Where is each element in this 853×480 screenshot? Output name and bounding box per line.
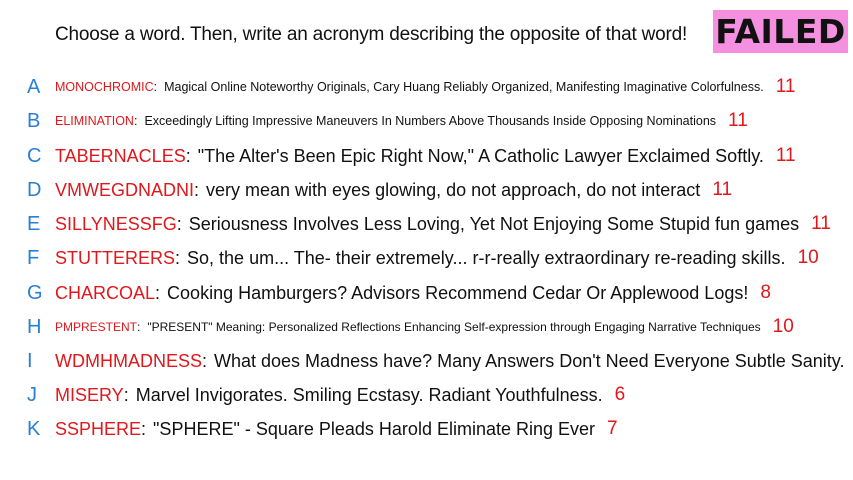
entry-content: STUTTERERS: So, the um... The- their extr… <box>55 247 819 269</box>
entry-letter: A <box>27 75 41 98</box>
entry-word: STUTTERERS <box>55 247 176 268</box>
entry-score: 11 <box>712 179 733 200</box>
entry-score: 8 <box>760 282 771 303</box>
entry-word: MONOCHROMIC <box>55 80 154 94</box>
entry-letter: H <box>27 315 42 338</box>
entry-letter: D <box>27 178 42 201</box>
entry-colon: : <box>175 247 181 268</box>
entry-content: PMPRESTENT: "PRESENT" Meaning: Personaliz… <box>55 316 794 338</box>
entry-score: 6 <box>614 384 626 405</box>
entry-letter: G <box>27 281 43 304</box>
entry-content: TABERNACLES: "The Alter's Been Epic Right… <box>55 145 796 167</box>
entry-score: 11 <box>811 213 831 234</box>
entry-score: 10 <box>772 316 794 337</box>
entry-row-g: G CHARCOAL: Cooking Hamburgers? Advisors … <box>0 278 853 308</box>
entry-word: MISERY <box>55 384 124 405</box>
entry-colon: : <box>155 282 161 303</box>
entry-content: VMWEGDNADNI: very mean with eyes glowing,… <box>55 179 732 201</box>
entry-content: ELIMINATION: Exceedingly Lifting Impressi… <box>55 110 748 132</box>
entry-expansion: Marvel Invigorates. Smiling Ecstasy. Rad… <box>135 384 603 405</box>
entry-content: CHARCOAL: Cooking Hamburgers? Advisors Re… <box>55 282 771 304</box>
entry-expansion: Cooking Hamburgers? Advisors Recommend C… <box>167 282 749 303</box>
entry-list: A MONOCHROMIC: Magical Online Noteworthy … <box>0 0 853 480</box>
entry-letter: F <box>27 246 40 269</box>
entry-row-d: D VMWEGDNADNI: very mean with eyes glowin… <box>0 175 853 205</box>
entry-row-a: A MONOCHROMIC: Magical Online Noteworthy … <box>0 72 853 102</box>
entry-score: 11 <box>775 76 796 97</box>
entry-content: MISERY: Marvel Invigorates. Smiling Ecsta… <box>55 384 625 406</box>
entry-word: WDMHMADNESS <box>55 350 202 371</box>
entry-score: 11 <box>775 145 796 166</box>
entry-colon: : <box>185 145 191 166</box>
entry-word: PMPRESTENT <box>55 320 138 334</box>
entry-colon: : <box>153 80 158 94</box>
entry-row-f: F STUTTERERS: So, the um... The- their ex… <box>0 243 853 273</box>
entry-content: MONOCHROMIC: Magical Online Noteworthy Or… <box>55 76 795 98</box>
entry-content: WDMHMADNESS: What does Madness have? Many… <box>55 350 853 372</box>
entry-colon: : <box>123 384 129 405</box>
entry-content: SSPHERE: "SPHERE" - Square Pleads Harold … <box>55 418 618 440</box>
entry-row-i: I WDMHMADNESS: What does Madness have? Ma… <box>0 346 853 376</box>
entry-word: ELIMINATION <box>55 114 134 128</box>
entry-colon: : <box>137 320 141 334</box>
entry-expansion: Exceedingly Lifting Impressive Maneuvers… <box>144 114 717 128</box>
entry-word: SSPHERE <box>55 418 142 439</box>
entry-colon: : <box>176 213 182 234</box>
entry-colon: : <box>202 350 208 371</box>
entry-content: SILLYNESSFG: Seriousness Involves Less Lo… <box>55 213 831 235</box>
entry-letter: J <box>27 383 37 406</box>
entry-row-k: K SSPHERE: "SPHERE" - Square Pleads Harol… <box>0 414 853 444</box>
entry-colon: : <box>194 179 200 200</box>
entry-row-c: C TABERNACLES: "The Alter's Been Epic Rig… <box>0 141 853 171</box>
entry-expansion: "PRESENT" Meaning: Personalized Reflecti… <box>147 320 761 334</box>
entry-expansion: "The Alter's Been Epic Right Now," A Cat… <box>197 145 764 166</box>
entry-letter: B <box>27 109 41 132</box>
entry-word: SILLYNESSFG <box>55 213 177 234</box>
entry-expansion: "SPHERE" - Square Pleads Harold Eliminat… <box>153 418 596 439</box>
entry-row-e: E SILLYNESSFG: Seriousness Involves Less … <box>0 209 853 239</box>
entry-score: 7 <box>607 418 618 439</box>
entry-letter: I <box>27 349 33 372</box>
entry-expansion: Seriousness Involves Less Loving, Yet No… <box>188 213 800 234</box>
entry-expansion: Magical Online Noteworthy Originals, Car… <box>164 80 764 94</box>
entry-word: TABERNACLES <box>55 145 186 166</box>
entry-letter: C <box>27 144 42 167</box>
entry-expansion: So, the um... The- their extremely... r-… <box>187 247 786 268</box>
entry-expansion: What does Madness have? Many Answers Don… <box>214 350 845 371</box>
entry-row-b: B ELIMINATION: Exceedingly Lifting Impres… <box>0 106 853 136</box>
entry-word: VMWEGDNADNI <box>55 179 194 200</box>
entry-row-h: H PMPRESTENT: "PRESENT" Meaning: Personal… <box>0 312 853 342</box>
entry-colon: : <box>141 418 147 439</box>
entry-expansion: very mean with eyes glowing, do not appr… <box>206 179 701 200</box>
entry-score: 10 <box>797 247 819 268</box>
entry-row-j: J MISERY: Marvel Invigorates. Smiling Ecs… <box>0 380 853 410</box>
entry-letter: K <box>27 417 41 440</box>
entry-word: CHARCOAL <box>55 282 156 303</box>
entry-score: 11 <box>728 110 748 131</box>
entry-letter: E <box>27 212 41 235</box>
entry-colon: : <box>133 114 138 128</box>
